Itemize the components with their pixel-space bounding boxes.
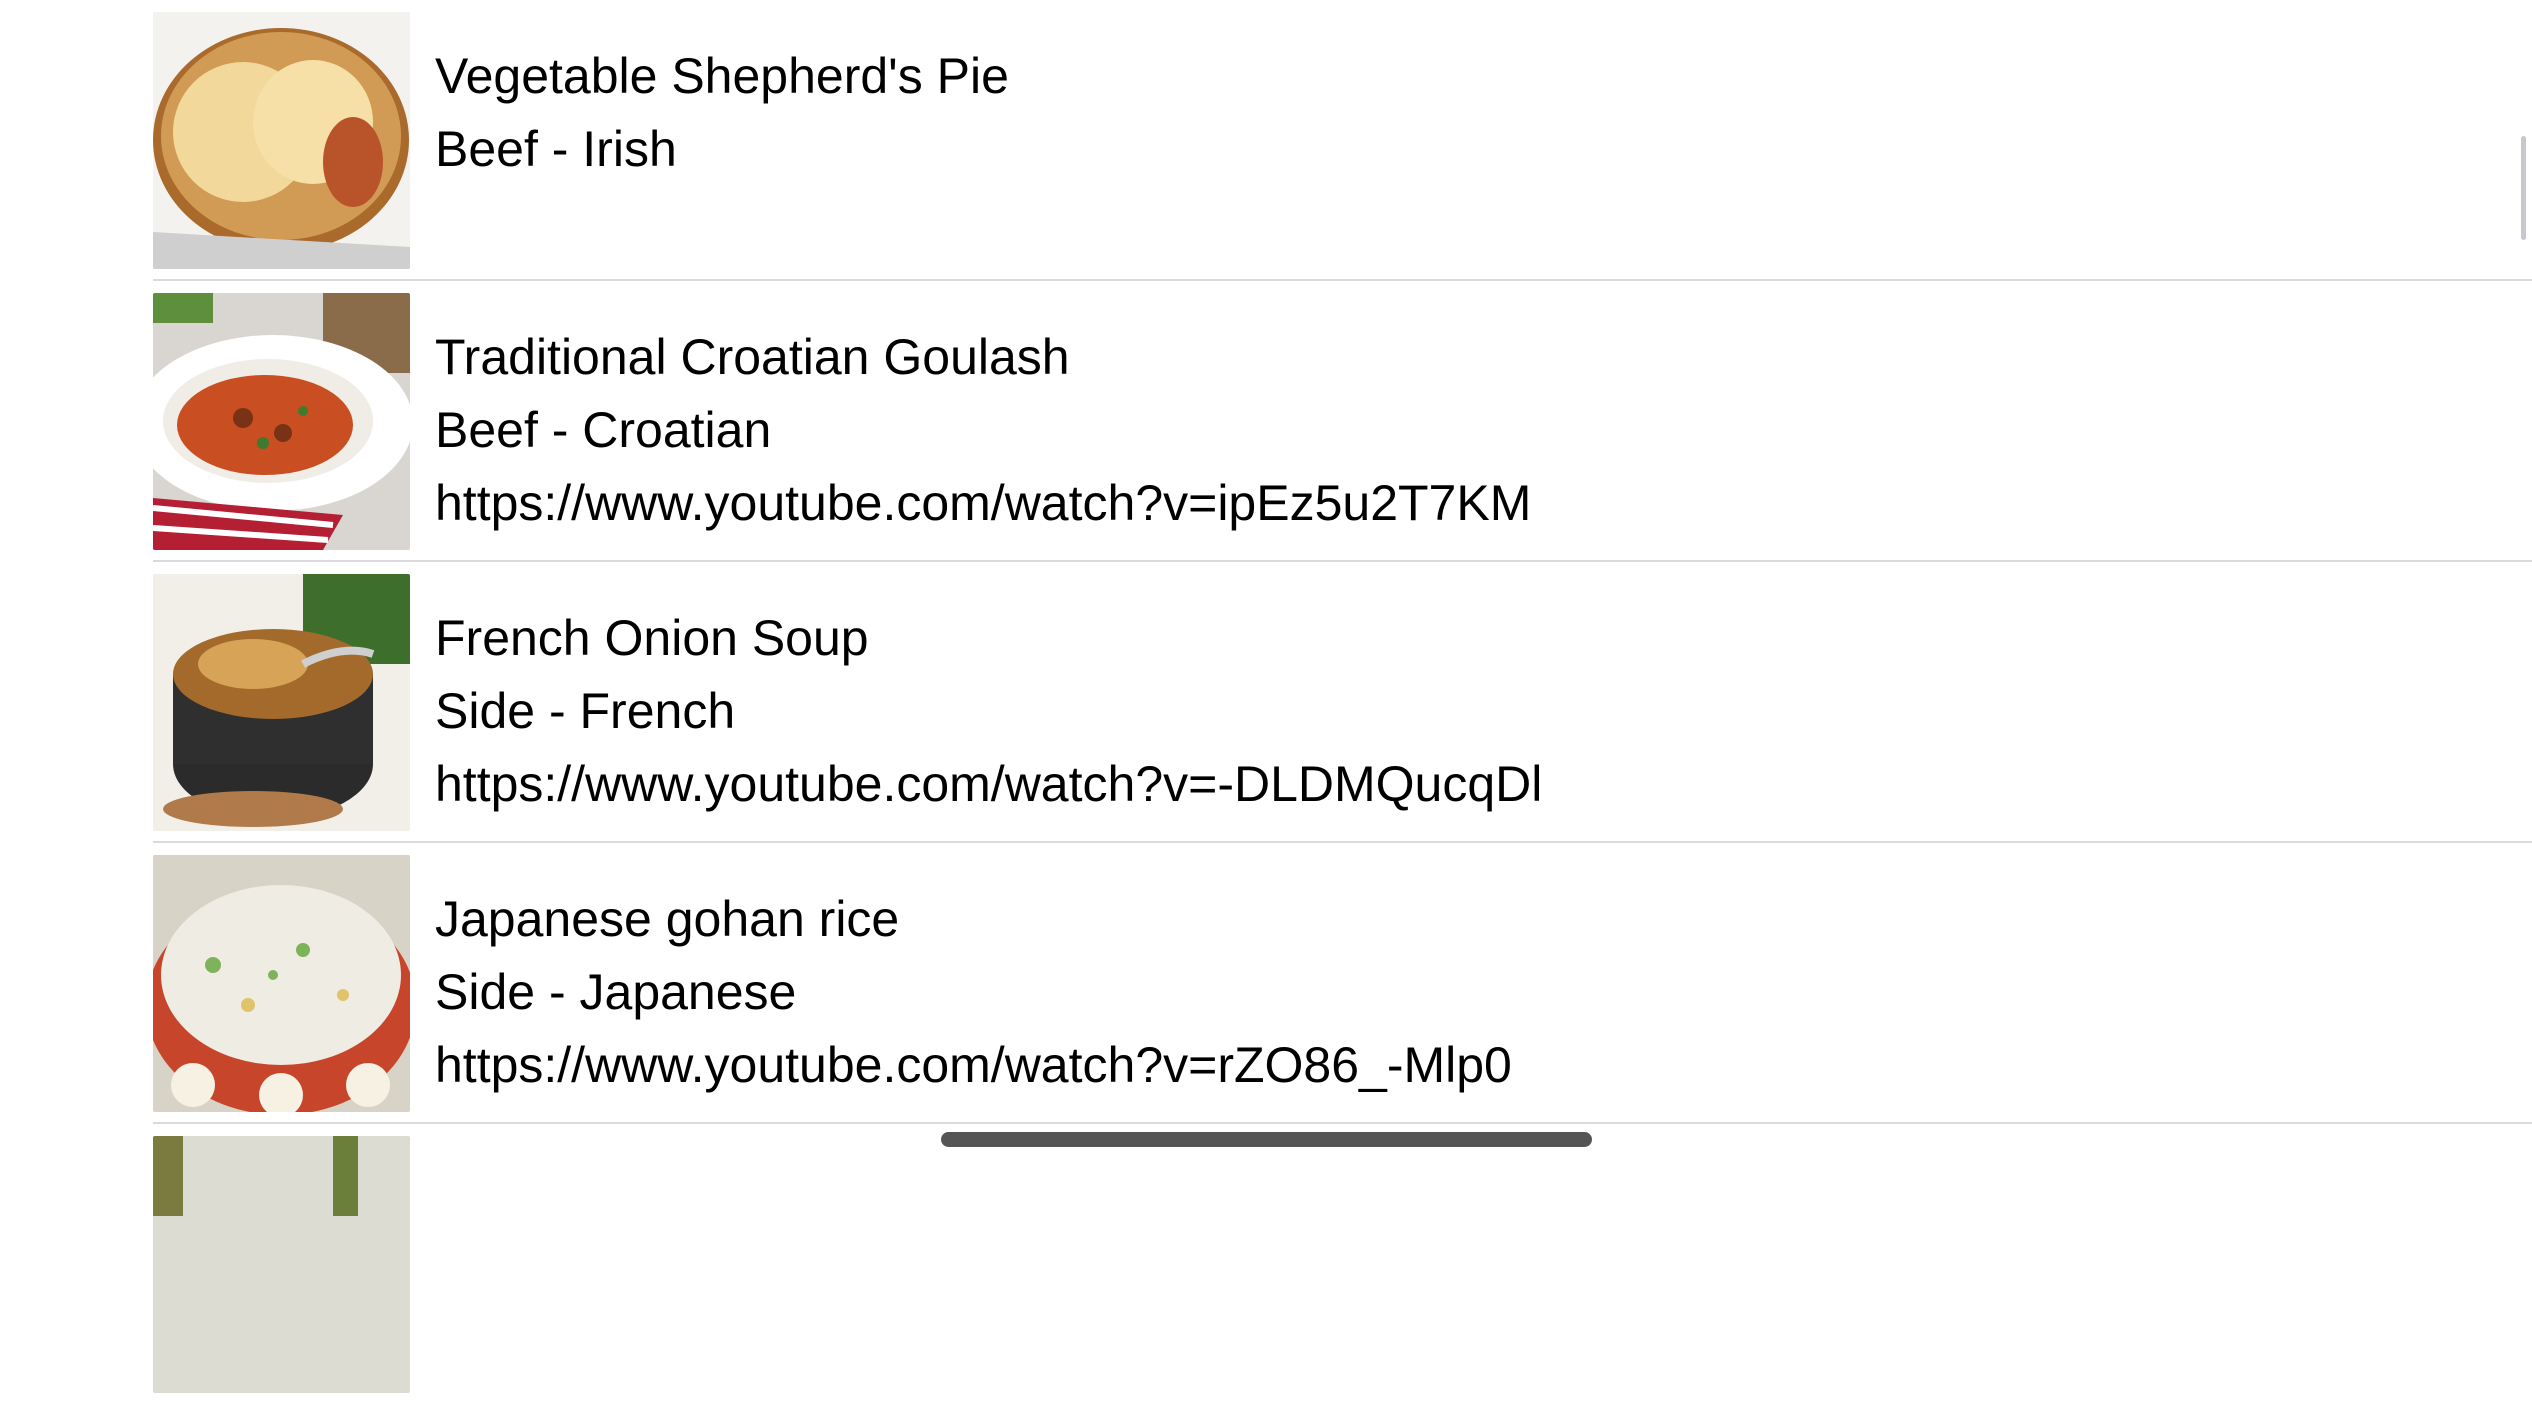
- meal-row[interactable]: Vegetable Shepherd's Pie Beef - Irish: [0, 0, 2532, 281]
- home-indicator[interactable]: [941, 1132, 1592, 1147]
- meal-row[interactable]: Traditional Croatian Goulash Beef - Croa…: [0, 281, 2532, 562]
- meal-thumbnail: [153, 574, 410, 831]
- meal-thumbnail: [153, 1136, 410, 1393]
- meal-title: Vegetable Shepherd's Pie: [435, 48, 1009, 104]
- meal-row[interactable]: Japanese gohan rice Side - Japanese http…: [0, 843, 2532, 1124]
- meal-category: Beef - Croatian: [435, 402, 772, 458]
- meal-row[interactable]: French Onion Soup Side - French https://…: [0, 562, 2532, 843]
- scroll-indicator[interactable]: [2521, 136, 2526, 240]
- meal-youtube-link[interactable]: https://www.youtube.com/watch?v=rZO86_-M…: [435, 1029, 2492, 1102]
- meal-category: Side - Japanese: [435, 964, 797, 1020]
- meal-title: Traditional Croatian Goulash: [435, 329, 1070, 385]
- meal-category: Side - French: [435, 683, 736, 739]
- meal-thumbnail: [153, 293, 410, 550]
- meal-youtube-link[interactable]: https://www.youtube.com/watch?v=ipEz5u2T…: [435, 467, 2492, 540]
- meal-category: Beef - Irish: [435, 121, 677, 177]
- meal-title: Japanese gohan rice: [435, 891, 900, 947]
- meal-youtube-link[interactable]: https://www.youtube.com/watch?v=-DLDMQuc…: [435, 748, 2492, 821]
- meal-thumbnail: [153, 855, 410, 1112]
- meal-title: French Onion Soup: [435, 610, 869, 666]
- meal-list[interactable]: Vegetable Shepherd's Pie Beef - Irish Tr…: [0, 0, 2532, 1393]
- meal-row[interactable]: [0, 1124, 2532, 1405]
- meal-thumbnail: [153, 12, 410, 269]
